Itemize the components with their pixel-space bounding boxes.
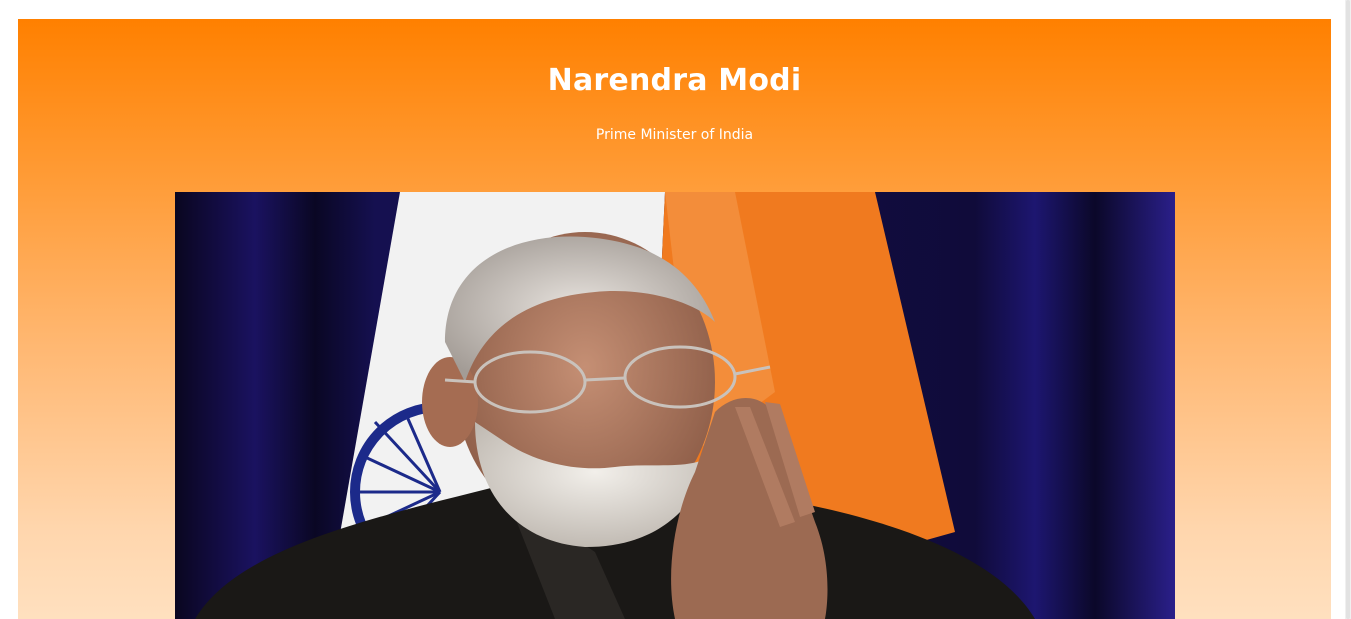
- portrait-image: [175, 192, 1175, 619]
- scrollbar-thumb[interactable]: [1346, 0, 1350, 619]
- page: Narendra Modi Prime Minister of India: [0, 0, 1351, 619]
- scrollbar[interactable]: [1345, 0, 1351, 619]
- portrait-photo: [175, 192, 1175, 619]
- page-subtitle: Prime Minister of India: [595, 127, 754, 143]
- hero-banner: Narendra Modi Prime Minister of India: [18, 19, 1331, 619]
- page-title: Narendra Modi: [547, 63, 802, 98]
